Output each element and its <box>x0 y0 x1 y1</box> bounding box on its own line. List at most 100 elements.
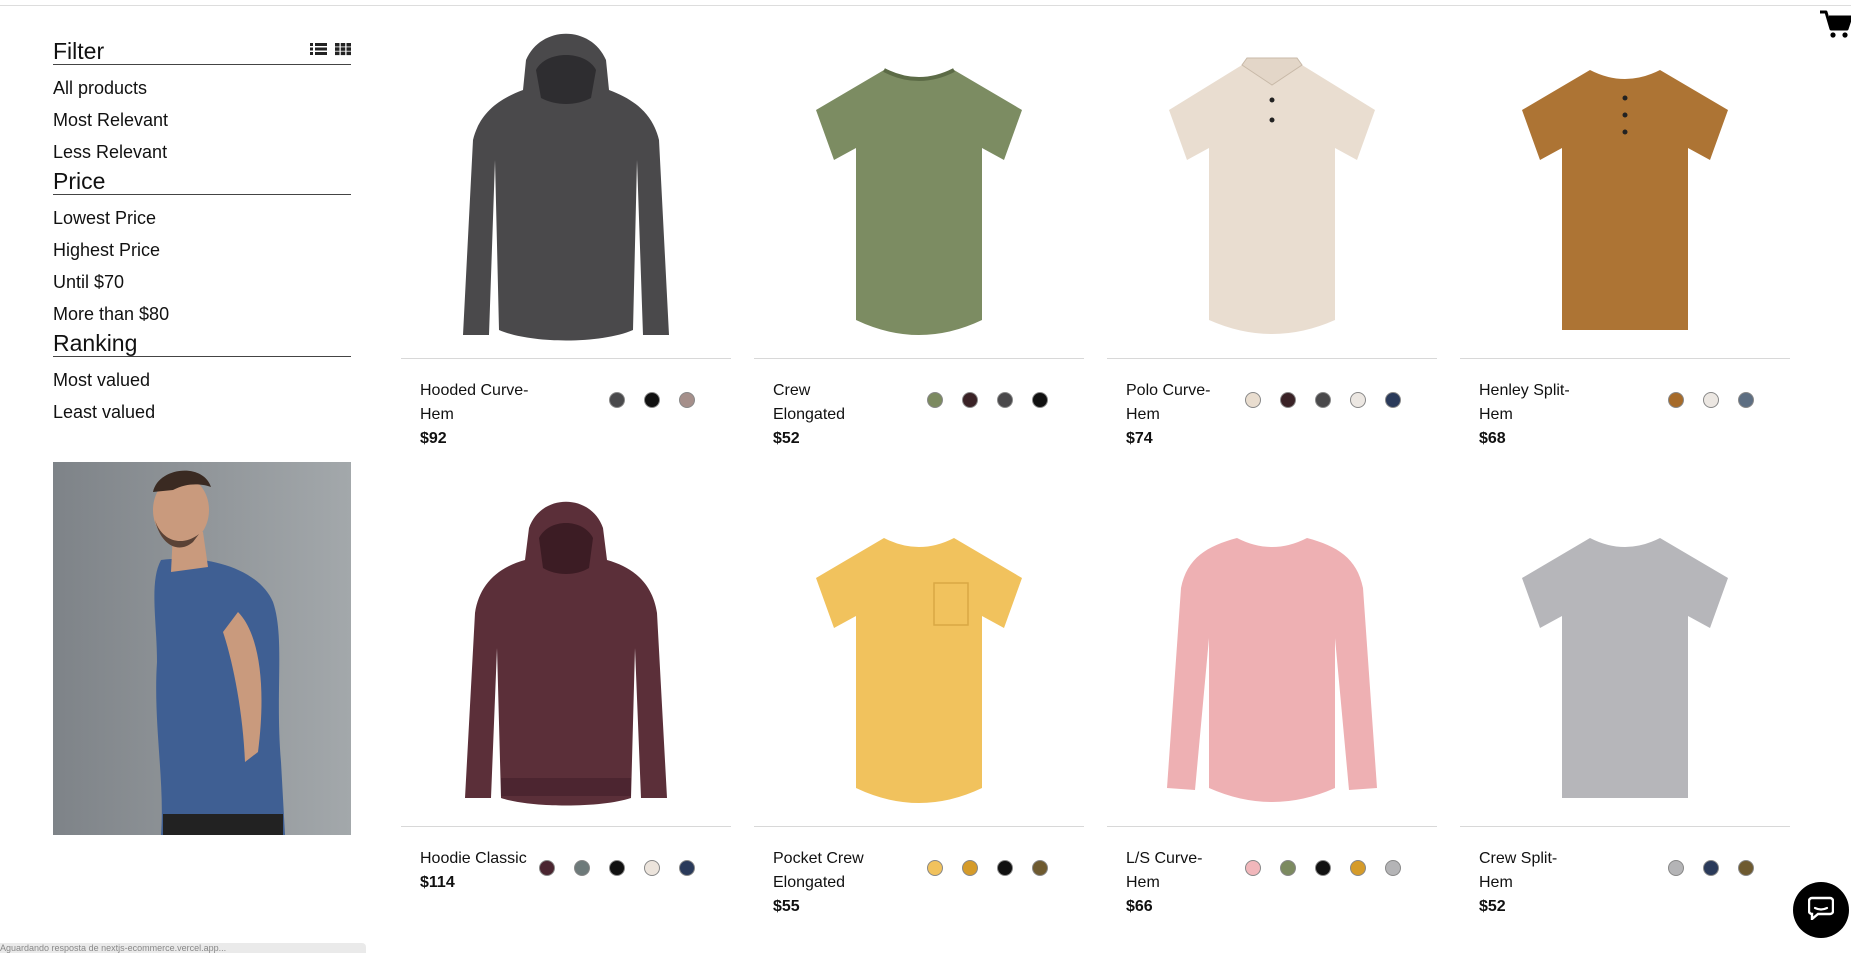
color-swatch[interactable] <box>1032 860 1048 876</box>
ranking-title: Ranking <box>53 330 138 356</box>
filter-most-relevant[interactable]: Most Relevant <box>53 104 351 136</box>
color-swatch[interactable] <box>644 392 660 408</box>
product-card[interactable]: Crew Elongated $52 <box>754 22 1084 465</box>
price-lowest[interactable]: Lowest Price <box>53 202 351 234</box>
filter-all-products[interactable]: All products <box>53 72 351 104</box>
color-swatch[interactable] <box>609 392 625 408</box>
product-price: $66 <box>1126 898 1153 915</box>
color-swatch[interactable] <box>1280 860 1296 876</box>
product-image[interactable] <box>1460 490 1790 827</box>
product-price: $92 <box>420 430 447 447</box>
product-card[interactable]: Hooded Curve-Hem $92 <box>401 22 731 465</box>
product-name[interactable]: Polo Curve-Hem <box>1126 379 1236 427</box>
price-title: Price <box>53 168 106 194</box>
product-info: Polo Curve-Hem $74 <box>1107 359 1437 451</box>
cart-icon[interactable] <box>1820 10 1851 45</box>
product-image[interactable] <box>1460 22 1790 359</box>
product-image[interactable] <box>1107 490 1437 827</box>
color-swatch[interactable] <box>1245 860 1261 876</box>
product-price: $52 <box>1479 898 1506 915</box>
product-info: Hoodie Classic $114 <box>401 827 731 895</box>
list-view-icon[interactable] <box>310 42 327 61</box>
product-image[interactable] <box>401 490 731 827</box>
color-swatches <box>1245 860 1401 876</box>
product-price: $52 <box>773 430 800 447</box>
color-swatch[interactable] <box>1385 860 1401 876</box>
color-swatch[interactable] <box>644 860 660 876</box>
product-price: $74 <box>1126 430 1153 447</box>
color-swatch[interactable] <box>1350 392 1366 408</box>
product-info: Crew Split-Hem $52 <box>1460 827 1790 919</box>
product-info: Crew Elongated $52 <box>754 359 1084 451</box>
ranking-header: Ranking <box>53 330 351 357</box>
color-swatches <box>1245 392 1401 408</box>
price-until-70[interactable]: Until $70 <box>53 266 351 298</box>
product-name[interactable]: Hoodie Classic <box>420 847 530 871</box>
product-image[interactable] <box>1107 22 1437 359</box>
promo-model-image <box>53 462 351 835</box>
color-swatch[interactable] <box>962 392 978 408</box>
product-name[interactable]: Hooded Curve-Hem <box>420 379 530 427</box>
grid-view-icon[interactable] <box>335 42 351 61</box>
color-swatch[interactable] <box>1245 392 1261 408</box>
color-swatches <box>1668 860 1754 876</box>
color-swatch[interactable] <box>997 860 1013 876</box>
ranking-least-valued[interactable]: Least valued <box>53 396 351 428</box>
color-swatch[interactable] <box>1350 860 1366 876</box>
product-card[interactable]: Pocket Crew Elongated $55 <box>754 490 1084 933</box>
chat-button[interactable] <box>1793 882 1849 938</box>
filter-title: Filter <box>53 38 105 64</box>
product-image[interactable] <box>754 22 1084 359</box>
color-swatch[interactable] <box>1703 860 1719 876</box>
color-swatch[interactable] <box>1738 860 1754 876</box>
view-toggle <box>310 42 351 61</box>
product-name[interactable]: Henley Split-Hem <box>1479 379 1589 427</box>
color-swatch[interactable] <box>574 860 590 876</box>
color-swatch[interactable] <box>539 860 555 876</box>
color-swatch[interactable] <box>927 860 943 876</box>
color-swatches <box>927 860 1048 876</box>
product-card[interactable]: Hoodie Classic $114 <box>401 490 731 933</box>
product-name[interactable]: Crew Elongated <box>773 379 883 427</box>
color-swatch[interactable] <box>1315 392 1331 408</box>
product-info: Henley Split-Hem $68 <box>1460 359 1790 451</box>
color-swatch[interactable] <box>1738 392 1754 408</box>
color-swatch[interactable] <box>1668 860 1684 876</box>
price-more-than-80[interactable]: More than $80 <box>53 298 351 330</box>
product-info: Pocket Crew Elongated $55 <box>754 827 1084 919</box>
product-price: $68 <box>1479 430 1506 447</box>
top-divider <box>0 5 1851 6</box>
color-swatch[interactable] <box>1385 392 1401 408</box>
product-name[interactable]: Crew Split-Hem <box>1479 847 1589 895</box>
color-swatch[interactable] <box>997 392 1013 408</box>
product-card[interactable]: Crew Split-Hem $52 <box>1460 490 1790 933</box>
filter-sidebar: Filter All products Most Relevant Less R… <box>53 38 351 428</box>
color-swatch[interactable] <box>1315 860 1331 876</box>
price-header: Price <box>53 168 351 195</box>
product-name[interactable]: Pocket Crew Elongated <box>773 847 883 895</box>
product-info: Hooded Curve-Hem $92 <box>401 359 731 451</box>
chat-icon <box>1807 896 1835 925</box>
color-swatch[interactable] <box>609 860 625 876</box>
product-image[interactable] <box>401 22 731 359</box>
filter-less-relevant[interactable]: Less Relevant <box>53 136 351 168</box>
color-swatch[interactable] <box>1032 392 1048 408</box>
product-info: L/S Curve-Hem $66 <box>1107 827 1437 919</box>
product-card[interactable]: L/S Curve-Hem $66 <box>1107 490 1437 933</box>
color-swatch[interactable] <box>1668 392 1684 408</box>
product-name[interactable]: L/S Curve-Hem <box>1126 847 1236 895</box>
color-swatches <box>539 860 695 876</box>
color-swatch[interactable] <box>962 860 978 876</box>
color-swatch[interactable] <box>927 392 943 408</box>
product-grid: Hooded Curve-Hem $92 Crew Elongated $52 … <box>401 22 1791 933</box>
product-card[interactable]: Henley Split-Hem $68 <box>1460 22 1790 465</box>
ranking-most-valued[interactable]: Most valued <box>53 364 351 396</box>
color-swatch[interactable] <box>679 860 695 876</box>
product-card[interactable]: Polo Curve-Hem $74 <box>1107 22 1437 465</box>
color-swatch[interactable] <box>1703 392 1719 408</box>
color-swatch[interactable] <box>679 392 695 408</box>
price-highest[interactable]: Highest Price <box>53 234 351 266</box>
product-image[interactable] <box>754 490 1084 827</box>
status-bar: Aguardando resposta de nextjs-ecommerce.… <box>0 943 366 953</box>
color-swatch[interactable] <box>1280 392 1296 408</box>
